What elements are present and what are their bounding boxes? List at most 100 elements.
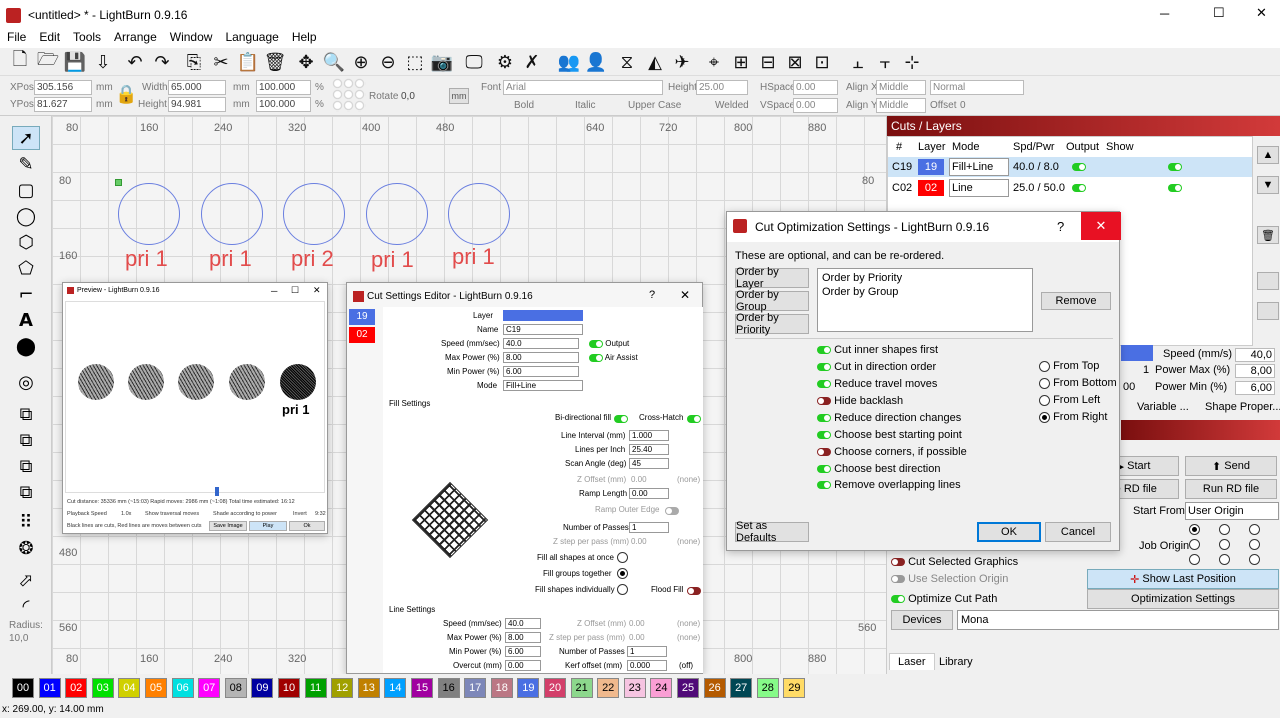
ok-button[interactable]: Ok <box>289 521 325 531</box>
palette-swatch-22[interactable]: 22 <box>597 678 620 698</box>
origin-radio[interactable] <box>1249 554 1260 565</box>
zoom-out-icon[interactable]: ⊖ <box>376 50 400 74</box>
palette-swatch-03[interactable]: 03 <box>91 678 114 698</box>
mode-select[interactable]: Fill+Line <box>503 380 583 391</box>
text-shape[interactable]: pri 1 <box>452 244 495 270</box>
option-toggle[interactable] <box>817 481 831 490</box>
palette-swatch-20[interactable]: 20 <box>544 678 566 698</box>
minimize-button[interactable]: ─ <box>1160 6 1169 21</box>
preview-canvas[interactable]: pri 1 <box>65 301 325 493</box>
flip-horizontal-icon[interactable]: ⧖ <box>615 50 639 74</box>
option-toggle[interactable] <box>817 397 831 406</box>
line-minp-input[interactable]: 6.00 <box>505 646 541 657</box>
copy-icon[interactable]: ⎘ <box>182 50 206 74</box>
invert-toggle[interactable]: Invert <box>293 511 307 517</box>
select-arrow-icon[interactable]: ➚ <box>12 126 40 150</box>
palette-swatch-16[interactable]: 16 <box>437 678 460 698</box>
optimization-settings-button[interactable]: Optimization Settings <box>1087 589 1279 609</box>
pen-edit-icon[interactable]: ✎ <box>12 152 40 176</box>
table-row[interactable]: C02 02 Line 25.0 / 50.0 <box>888 178 1252 198</box>
output-toggle[interactable] <box>1072 184 1086 193</box>
palette-swatch-14[interactable]: 14 <box>384 678 407 698</box>
layer-chip[interactable]: 02 <box>349 327 375 343</box>
zoom-icon[interactable]: 🔍 <box>322 50 346 74</box>
circle-shape[interactable] <box>118 183 180 245</box>
font-height-input[interactable]: 25.00 <box>696 80 748 95</box>
fill-once-radio[interactable] <box>617 551 628 563</box>
width-input[interactable]: 65.000 <box>168 80 226 95</box>
boolean-diff-icon[interactable]: ⧉ <box>12 454 40 478</box>
ok-button[interactable]: OK <box>977 522 1041 542</box>
array-grid-icon[interactable]: ⠿ <box>12 510 40 534</box>
aligny-select[interactable]: Middle <box>876 98 926 113</box>
scale-width-input[interactable]: 100.000 <box>256 80 311 95</box>
menu-language[interactable]: Language <box>225 30 278 44</box>
show-traversal-toggle[interactable]: Show traversal moves <box>145 511 199 517</box>
bidir-toggle[interactable] <box>614 415 628 424</box>
move-up-icon[interactable]: ▲ <box>1257 146 1279 164</box>
palette-swatch-08[interactable]: 08 <box>224 678 247 698</box>
name-input[interactable]: C19 <box>503 324 583 335</box>
selection-handle[interactable] <box>115 179 122 186</box>
use-selection-toggle[interactable] <box>891 575 905 584</box>
mode-select[interactable]: Fill+Line <box>949 158 1009 176</box>
origin-radio[interactable] <box>1249 524 1260 535</box>
option-toggle[interactable] <box>817 414 831 423</box>
minimize-button[interactable]: ─ <box>271 286 277 296</box>
line-maxp-input[interactable]: 8.00 <box>505 632 541 643</box>
zoom-frame-icon[interactable]: ⬚ <box>403 50 427 74</box>
pmin-input[interactable]: 6,00 <box>1235 381 1275 395</box>
settings-gear-icon[interactable]: ⚙ <box>493 50 517 74</box>
palette-swatch-29[interactable]: 29 <box>783 678 806 698</box>
boolean-intersect-icon[interactable]: ⧉ <box>12 480 40 504</box>
palette-swatch-02[interactable]: 02 <box>65 678 88 698</box>
boolean-union-icon[interactable]: ⧉ <box>12 428 40 452</box>
ramp-outer-toggle[interactable] <box>665 507 679 516</box>
line-passes-input[interactable]: 1 <box>627 646 667 657</box>
cut-selected-toggle[interactable] <box>891 558 905 567</box>
save-icon[interactable]: 💾 <box>63 50 87 74</box>
set-defaults-button[interactable]: Set as Defaults <box>735 520 809 544</box>
radius-input[interactable]: 10,0 <box>9 633 28 644</box>
ramp-input[interactable]: 0.00 <box>629 488 669 499</box>
layer-chip[interactable]: 19 <box>349 309 375 325</box>
play-button[interactable]: Play <box>249 521 287 531</box>
direction-radio[interactable] <box>1039 360 1050 372</box>
crop-icon[interactable]: ⌐ <box>12 282 40 306</box>
menu-arrange[interactable]: Arrange <box>114 30 157 44</box>
delete-icon[interactable]: 🗑 <box>263 50 287 74</box>
target-icon[interactable]: ⌖ <box>702 50 726 74</box>
rectangle-icon[interactable]: ▢ <box>12 178 40 202</box>
order-list[interactable]: Order by Priority Order by Group <box>817 268 1033 332</box>
mode-select[interactable]: Line <box>949 179 1009 197</box>
alignx-select[interactable]: Middle <box>876 80 926 95</box>
palette-swatch-18[interactable]: 18 <box>490 678 513 698</box>
origin-radio[interactable] <box>1189 539 1200 550</box>
align-bottom-icon[interactable]: ⫠ <box>846 50 870 74</box>
output-toggle[interactable] <box>589 339 603 348</box>
lpi-input[interactable]: 25.40 <box>629 444 669 455</box>
vspace-input[interactable]: 0.00 <box>793 98 838 113</box>
group-users-icon[interactable]: 👥 <box>557 50 581 74</box>
ellipse-icon[interactable]: ◯ <box>12 204 40 228</box>
origin-radio[interactable] <box>1219 524 1230 535</box>
text-shape[interactable]: pri 1 <box>125 246 168 272</box>
order-by-layer-button[interactable]: Order by Layer <box>735 266 809 290</box>
close-button[interactable]: ✕ <box>1256 5 1267 21</box>
palette-swatch-06[interactable]: 06 <box>171 678 194 698</box>
close-button[interactable]: ✕ <box>313 285 321 296</box>
lock-icon[interactable]: 🔒 <box>115 84 137 105</box>
palette-swatch-15[interactable]: 15 <box>411 678 433 698</box>
trash-icon[interactable]: 🗑 <box>1257 226 1279 244</box>
cut-icon[interactable]: ✂ <box>209 50 233 74</box>
xpos-input[interactable]: 305.156 <box>34 80 92 95</box>
new-file-icon[interactable]: 🗋 <box>8 49 32 74</box>
uppercase-toggle[interactable]: Upper Case <box>628 100 681 111</box>
menu-window[interactable]: Window <box>170 30 213 44</box>
palette-swatch-04[interactable]: 04 <box>118 678 141 698</box>
flood-fill-toggle[interactable] <box>687 587 701 596</box>
max-power-input[interactable]: 8.00 <box>503 352 579 363</box>
show-toggle[interactable] <box>1168 184 1182 193</box>
show-toggle[interactable] <box>1168 163 1182 172</box>
line-zstep-input[interactable]: 0.00 <box>629 633 645 642</box>
